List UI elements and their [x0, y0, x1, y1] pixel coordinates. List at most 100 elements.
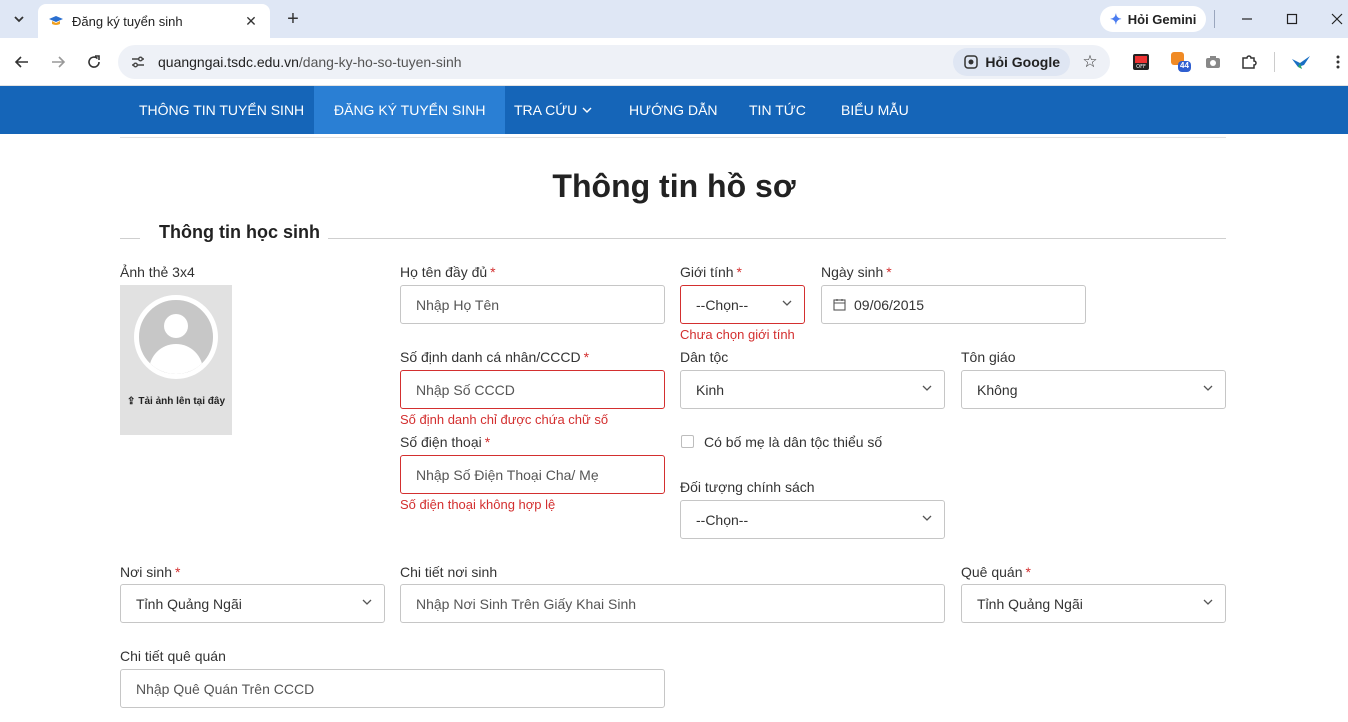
- photo-label: Ảnh thẻ 3x4: [120, 264, 195, 280]
- upload-photo-link[interactable]: ⇪ Tải ảnh lên tại đây: [120, 396, 232, 407]
- reload-button[interactable]: [80, 48, 108, 76]
- camera-icon[interactable]: [1202, 51, 1224, 73]
- nav-label: THÔNG TIN TUYỂN SINH: [139, 102, 305, 118]
- hometown-label: Quê quán *: [961, 564, 1031, 580]
- url-domain: quangngai.tsdc.edu.vn: [158, 54, 299, 70]
- profile-bird-icon[interactable]: [1290, 51, 1312, 73]
- ask-google-button[interactable]: Hỏi Google: [953, 48, 1070, 76]
- browser-tab-bar: Đăng ký tuyển sinh ✕ + ✦ Hỏi Gemini: [0, 0, 1348, 38]
- tab-close-icon[interactable]: ✕: [242, 13, 260, 30]
- gemini-icon: ✦: [1110, 10, 1122, 27]
- google-lens-icon: [964, 55, 979, 69]
- svg-text:OFF: OFF: [1136, 64, 1146, 70]
- ethnicity-select[interactable]: Kinh: [680, 370, 945, 409]
- birthplace-detail-label: Chi tiết nơi sinh: [400, 564, 498, 580]
- chevron-down-icon: [582, 107, 592, 113]
- bookmark-star-icon[interactable]: ☆: [1078, 50, 1102, 74]
- birthplace-label: Nơi sinh *: [120, 564, 181, 580]
- url-path: /dang-ky-ho-so-tuyen-sinh: [298, 54, 462, 70]
- page-title: Thông tin hồ sơ: [552, 168, 796, 204]
- maximize-button[interactable]: [1277, 6, 1307, 32]
- chevron-down-icon: [1203, 385, 1213, 391]
- tab-title: Đăng ký tuyển sinh: [72, 13, 183, 29]
- arrow-right-icon: [52, 56, 66, 68]
- gender-label: Giới tính *: [680, 264, 742, 280]
- minimize-button[interactable]: [1232, 6, 1262, 32]
- gender-error: Chưa chọn giới tính: [680, 327, 795, 342]
- nav-label: HƯỚNG DẪN: [629, 102, 718, 118]
- id-number-label: Số định danh cá nhân/CCCD *: [400, 349, 590, 365]
- gender-select[interactable]: --Chọn--: [680, 285, 805, 324]
- ethnicity-label: Dân tộc: [680, 349, 729, 365]
- address-bar: quangngai.tsdc.edu.vn/dang-ky-ho-so-tuye…: [0, 38, 1348, 86]
- ask-google-label: Hỏi Google: [985, 54, 1060, 70]
- avatar-placeholder-icon: [134, 295, 218, 379]
- tab-search-button[interactable]: [6, 6, 32, 32]
- extension-off-icon[interactable]: OFF: [1130, 51, 1152, 73]
- maximize-icon: [1286, 13, 1298, 25]
- window-divider: [1214, 10, 1215, 28]
- site-settings-icon[interactable]: [128, 52, 148, 72]
- graduation-cap-icon: [49, 16, 63, 25]
- close-window-button[interactable]: [1322, 6, 1348, 32]
- arrow-left-icon: [14, 56, 28, 68]
- ask-gemini-button[interactable]: ✦ Hỏi Gemini: [1100, 6, 1207, 32]
- section-divider: [120, 238, 140, 239]
- nav-item-lookup[interactable]: TRA CỨU: [494, 86, 612, 134]
- phone-error: Số điện thoại không hợp lệ: [400, 497, 556, 512]
- religion-select[interactable]: Không: [961, 370, 1226, 409]
- policy-select[interactable]: --Chọn--: [680, 500, 945, 539]
- forward-button[interactable]: [44, 48, 72, 76]
- minimize-icon: [1242, 18, 1252, 20]
- chevron-down-icon: [922, 515, 932, 521]
- nav-item-register[interactable]: ĐĂNG KÝ TUYỂN SINH: [314, 86, 506, 134]
- minority-parent-label: Có bố mẹ là dân tộc thiểu số: [704, 434, 883, 450]
- chevron-down-icon: [14, 16, 24, 23]
- nav-item-guide[interactable]: HƯỚNG DẪN: [609, 86, 738, 134]
- upload-text: Tải ảnh lên tại đây: [138, 396, 226, 407]
- id-number-input[interactable]: Nhập Số CCCD: [400, 370, 665, 409]
- hometown-detail-input[interactable]: Nhập Quê Quán Trên CCCD: [120, 669, 665, 708]
- id-number-error: Số định danh chỉ được chứa chữ số: [400, 412, 609, 427]
- nav-label: TRA CỨU: [514, 102, 578, 118]
- stepper-divider: [120, 134, 1226, 138]
- upload-icon: ⇪: [126, 396, 136, 407]
- chevron-down-icon: [1203, 599, 1213, 605]
- dob-label: Ngày sinh *: [821, 264, 892, 280]
- policy-label: Đối tượng chính sách: [680, 479, 815, 495]
- section-title: Thông tin học sinh: [159, 222, 320, 242]
- birthplace-detail-input[interactable]: Nhập Nơi Sinh Trên Giấy Khai Sinh: [400, 584, 945, 623]
- phone-input[interactable]: Nhập Số Điện Thoại Cha/ Mẹ: [400, 455, 665, 494]
- hometown-select[interactable]: Tỉnh Quảng Ngãi: [961, 584, 1226, 623]
- nav-item-news[interactable]: TIN TỨC: [729, 86, 826, 134]
- url-input[interactable]: quangngai.tsdc.edu.vn/dang-ky-ho-so-tuye…: [118, 45, 1110, 79]
- extension-badge-icon[interactable]: 44: [1170, 51, 1192, 73]
- calendar-icon: [833, 299, 846, 311]
- chevron-down-icon: [782, 300, 792, 306]
- nav-label: BIỂU MẪU: [841, 102, 909, 118]
- url-text: quangngai.tsdc.edu.vn/dang-ky-ho-so-tuye…: [158, 54, 462, 70]
- extensions-puzzle-icon[interactable]: [1238, 51, 1260, 73]
- chevron-down-icon: [362, 599, 372, 605]
- phone-label: Số điện thoại *: [400, 434, 491, 450]
- back-button[interactable]: [8, 48, 36, 76]
- nav-label: ĐĂNG KÝ TUYỂN SINH: [334, 102, 486, 118]
- birthplace-select[interactable]: Tỉnh Quảng Ngãi: [120, 584, 385, 623]
- nav-item-admission-info[interactable]: THÔNG TIN TUYỂN SINH: [119, 86, 324, 134]
- section-divider: [328, 238, 1226, 239]
- reload-icon: [88, 55, 100, 68]
- nav-item-forms[interactable]: BIỂU MẪU: [821, 86, 929, 134]
- photo-upload-area[interactable]: ⇪ Tải ảnh lên tại đây: [120, 285, 232, 435]
- site-navigation: THÔNG TIN TUYỂN SINH ĐĂNG KÝ TUYỂN SINH …: [0, 86, 1348, 134]
- dob-input[interactable]: 09/06/2015: [821, 285, 1086, 324]
- minority-parent-checkbox[interactable]: [681, 435, 694, 448]
- new-tab-button[interactable]: +: [280, 6, 306, 32]
- hometown-detail-label: Chi tiết quê quán: [120, 648, 226, 664]
- full-name-input[interactable]: Nhập Họ Tên: [400, 285, 665, 324]
- browser-tab[interactable]: Đăng ký tuyển sinh ✕: [38, 4, 270, 38]
- toolbar-divider: [1274, 52, 1275, 72]
- chevron-down-icon: [922, 385, 932, 391]
- ask-gemini-label: Hỏi Gemini: [1127, 11, 1197, 27]
- religion-label: Tôn giáo: [961, 349, 1016, 365]
- more-menu-icon[interactable]: [1327, 51, 1348, 73]
